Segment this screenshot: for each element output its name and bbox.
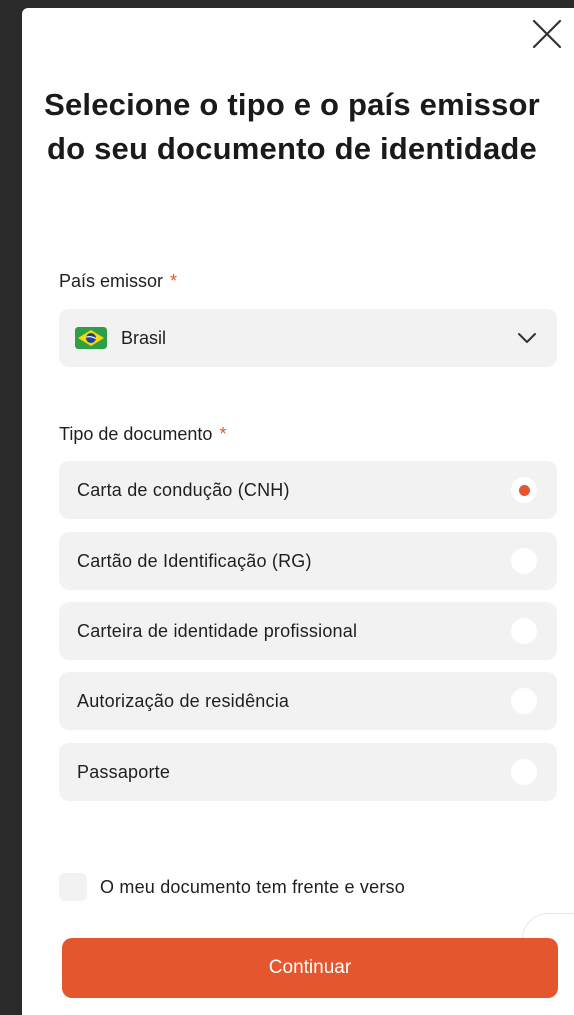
document-type-label: Tipo de documento * (59, 424, 226, 445)
document-type-required-mark: * (219, 424, 227, 444)
document-option-rg[interactable]: Cartão de Identificação (RG) (59, 532, 557, 590)
document-option-professional-id[interactable]: Carteira de identidade profissional (59, 602, 557, 660)
brazil-flag-icon (75, 327, 107, 349)
country-select-value: Brasil (121, 327, 167, 348)
document-option-label: Carteira de identidade profissional (77, 620, 358, 641)
document-option-residence-permit[interactable]: Autorização de residência (59, 672, 557, 730)
two-sided-checkbox[interactable] (59, 873, 87, 901)
country-label: País emissor * (59, 271, 177, 292)
document-type-label-text: Tipo de documento (59, 424, 213, 444)
chevron-down-icon (518, 333, 536, 343)
country-label-text: País emissor (59, 271, 164, 291)
two-sided-checkbox-row[interactable]: O meu documento tem frente e verso (59, 873, 405, 901)
country-select[interactable]: Brasil (59, 309, 557, 367)
dialog-title: Selecione o tipo e o país emissor do seu… (44, 87, 540, 166)
close-icon (532, 19, 562, 49)
country-required-mark: * (170, 271, 178, 291)
document-option-cnh[interactable]: Carta de condução (CNH) (59, 461, 557, 519)
radio-selected-dot (518, 484, 530, 496)
document-option-label: Passaporte (77, 761, 171, 782)
two-sided-checkbox-label: O meu documento tem frente e verso (100, 876, 405, 897)
document-option-label: Autorização de residência (77, 690, 290, 711)
document-option-label: Cartão de Identificação (RG) (77, 550, 312, 571)
radio-button[interactable] (511, 477, 537, 503)
backdrop-left (0, 0, 22, 1015)
document-option-label: Carta de condução (CNH) (77, 479, 290, 500)
radio-button[interactable] (511, 618, 537, 644)
continue-button[interactable]: Continuar (62, 938, 558, 998)
backdrop-top (0, 0, 574, 8)
close-button[interactable] (527, 14, 567, 54)
document-selection-dialog: Selecione o tipo e o país emissor do seu… (22, 8, 574, 1015)
radio-button[interactable] (511, 759, 537, 785)
radio-button[interactable] (511, 548, 537, 574)
document-option-passport[interactable]: Passaporte (59, 743, 557, 801)
radio-button[interactable] (511, 688, 537, 714)
